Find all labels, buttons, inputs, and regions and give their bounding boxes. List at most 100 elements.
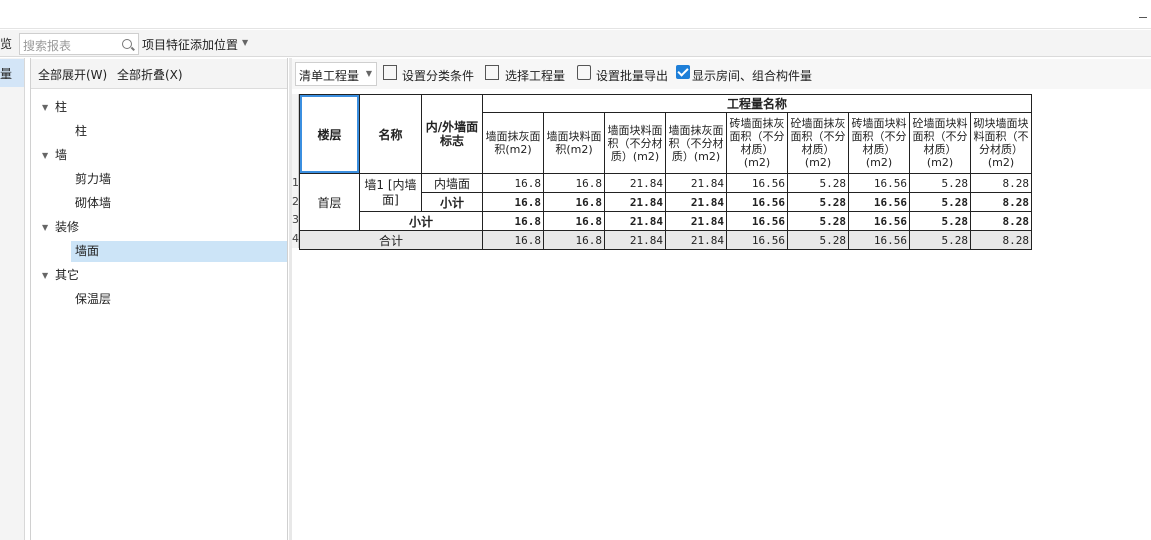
tree-node-other[interactable]: 其它 — [55, 264, 79, 286]
table-row-total[interactable]: 合计 16.8 16.8 21.84 21.84 16.56 5.28 16.5… — [299, 230, 1032, 250]
value-cell[interactable]: 8.28 — [970, 211, 1032, 231]
value-cell[interactable]: 21.84 — [665, 230, 727, 250]
value-cell[interactable]: 8.28 — [970, 230, 1032, 250]
column-header[interactable]: 砖墙面抹灰面积（不分材质）(m2) — [726, 112, 788, 174]
value-cell[interactable]: 16.8 — [543, 211, 605, 231]
value-cell[interactable]: 16.8 — [543, 173, 605, 193]
value-cell[interactable]: 5.28 — [787, 230, 849, 250]
value-cell[interactable]: 8.28 — [970, 173, 1032, 193]
search-input[interactable]: 搜索报表 — [19, 33, 139, 55]
column-header[interactable]: 墙面抹灰面积(m2) — [482, 112, 544, 174]
column-header-inout[interactable]: 内/外墙面标志 — [421, 94, 483, 174]
value-cell[interactable]: 5.28 — [909, 230, 971, 250]
value-cell[interactable]: 16.8 — [482, 211, 544, 231]
table-row[interactable]: 小计 16.8 16.8 21.84 21.84 16.56 5.28 16.5… — [300, 211, 1032, 231]
value-cell[interactable]: 8.28 — [970, 192, 1032, 212]
collapse-all-button[interactable]: 全部折叠(X) — [117, 66, 183, 83]
left-nav-strip — [0, 58, 25, 540]
show-rooms-checkbox[interactable] — [676, 65, 690, 79]
tree-node-column[interactable]: 柱 — [55, 96, 67, 118]
value-cell[interactable]: 16.56 — [726, 211, 788, 231]
value-cell[interactable]: 21.84 — [604, 192, 666, 212]
value-cell[interactable]: 21.84 — [665, 192, 727, 212]
category-settings-icon[interactable] — [383, 65, 397, 80]
column-header[interactable]: 墙面块料面积(m2) — [543, 112, 605, 174]
value-cell[interactable]: 16.56 — [848, 173, 910, 193]
tree-node-wall[interactable]: 墙 — [55, 144, 67, 166]
value-cell[interactable]: 21.84 — [604, 230, 666, 250]
value-cell[interactable]: 21.84 — [665, 173, 727, 193]
value-cell[interactable]: 5.28 — [909, 211, 971, 231]
select-quantity-button[interactable]: 选择工程量 — [505, 67, 565, 84]
value-cell[interactable]: 21.84 — [604, 173, 666, 193]
search-icon[interactable] — [122, 39, 132, 49]
value-cell[interactable]: 16.56 — [848, 211, 910, 231]
value-cell[interactable]: 5.28 — [787, 192, 849, 212]
name-cell[interactable]: 墙1 [内墙面] — [359, 173, 422, 212]
value-cell[interactable]: 16.8 — [482, 192, 544, 212]
value-cell[interactable]: 16.56 — [848, 192, 910, 212]
column-header[interactable]: 砖墙面块料面积（不分材质）(m2) — [848, 112, 910, 174]
minimize-icon[interactable] — [1139, 9, 1149, 19]
search-placeholder: 搜索报表 — [23, 39, 72, 53]
quantity-mode-select[interactable]: 清单工程量 ▼ — [295, 62, 377, 86]
report-preview-tab-fragment[interactable]: 览 — [0, 35, 12, 52]
subtotal-label[interactable]: 小计 — [421, 192, 483, 212]
feature-position-dropdown[interactable]: 项目特征添加位置 — [142, 36, 238, 53]
value-cell[interactable]: 16.8 — [482, 230, 544, 250]
column-header[interactable]: 砌块墙面块料面积（不分材质）(m2) — [970, 112, 1032, 174]
batch-export-button[interactable]: 设置批量导出 — [596, 67, 668, 84]
column-header-name[interactable]: 名称 — [359, 94, 422, 174]
chevron-down-icon[interactable]: ▼ — [42, 223, 48, 232]
value-cell[interactable]: 5.28 — [909, 173, 971, 193]
set-category-button[interactable]: 设置分类条件 — [402, 67, 474, 84]
column-header[interactable]: 墙面抹灰面积（不分材质）(m2) — [665, 112, 727, 174]
export-icon[interactable] — [577, 65, 591, 80]
column-header[interactable]: 砼墙面块料面积（不分材质）(m2) — [909, 112, 971, 174]
tree-leaf-insulation[interactable]: 保温层 — [75, 288, 111, 310]
inout-cell[interactable]: 内墙面 — [421, 173, 483, 193]
value-cell[interactable]: 5.28 — [909, 192, 971, 212]
quantity-report-table: 楼层 名称 内/外墙面标志 工程量名称 墙面抹灰面积(m2) 墙面块料面积(m2… — [299, 94, 1032, 250]
total-label[interactable]: 合计 — [299, 230, 483, 250]
select-quantity-icon[interactable] — [485, 65, 499, 80]
row-number[interactable]: 2 — [292, 195, 299, 208]
row-number[interactable]: 4 — [292, 232, 299, 245]
column-header[interactable]: 砼墙面抹灰面积（不分材质）(m2) — [787, 112, 849, 174]
column-group-quantity-name[interactable]: 工程量名称 — [482, 94, 1032, 113]
title-bar — [0, 0, 1151, 29]
chevron-down-icon[interactable]: ▼ — [242, 38, 248, 47]
value-cell[interactable]: 16.8 — [543, 230, 605, 250]
category-tree-panel — [30, 58, 288, 540]
show-rooms-label: 显示房间、组合构件量 — [692, 69, 813, 83]
value-cell[interactable]: 16.56 — [726, 173, 788, 193]
subtotal-label[interactable]: 小计 — [359, 211, 483, 231]
chevron-down-icon: ▼ — [365, 69, 372, 78]
value-cell[interactable]: 5.28 — [787, 173, 849, 193]
value-cell[interactable]: 5.28 — [787, 211, 849, 231]
value-cell[interactable]: 16.8 — [482, 173, 544, 193]
row-number[interactable]: 3 — [292, 213, 299, 226]
tree-leaf-column[interactable]: 柱 — [75, 120, 87, 142]
chevron-down-icon[interactable]: ▼ — [42, 151, 48, 160]
column-header[interactable]: 墙面块料面积（不分材质）(m2) — [604, 112, 666, 174]
value-cell[interactable]: 21.84 — [665, 211, 727, 231]
chevron-down-icon[interactable]: ▼ — [42, 271, 48, 280]
value-cell[interactable]: 16.8 — [543, 192, 605, 212]
floor-cell[interactable]: 首层 — [299, 173, 360, 231]
expand-all-button[interactable]: 全部展开(W) — [38, 66, 107, 83]
value-cell[interactable]: 16.56 — [848, 230, 910, 250]
value-cell[interactable]: 16.56 — [726, 230, 788, 250]
chevron-down-icon[interactable]: ▼ — [42, 103, 48, 112]
value-cell[interactable]: 21.84 — [604, 211, 666, 231]
column-header-floor[interactable]: 楼层 — [299, 94, 360, 174]
left-nav-item-fragment[interactable]: 量 — [0, 65, 12, 82]
quantity-mode-value: 清单工程量 — [299, 69, 360, 83]
tree-leaf-shear-wall[interactable]: 剪力墙 — [75, 168, 111, 190]
table-row[interactable]: 首层 墙1 [内墙面] 内墙面 16.8 16.8 21.84 21.84 16… — [299, 173, 1032, 231]
tree-leaf-wall-surface[interactable]: 墙面 — [75, 240, 99, 262]
tree-leaf-masonry-wall[interactable]: 砌体墙 — [75, 192, 111, 214]
row-number[interactable]: 1 — [292, 176, 299, 189]
tree-node-decoration[interactable]: 装修 — [55, 216, 79, 238]
value-cell[interactable]: 16.56 — [726, 192, 788, 212]
